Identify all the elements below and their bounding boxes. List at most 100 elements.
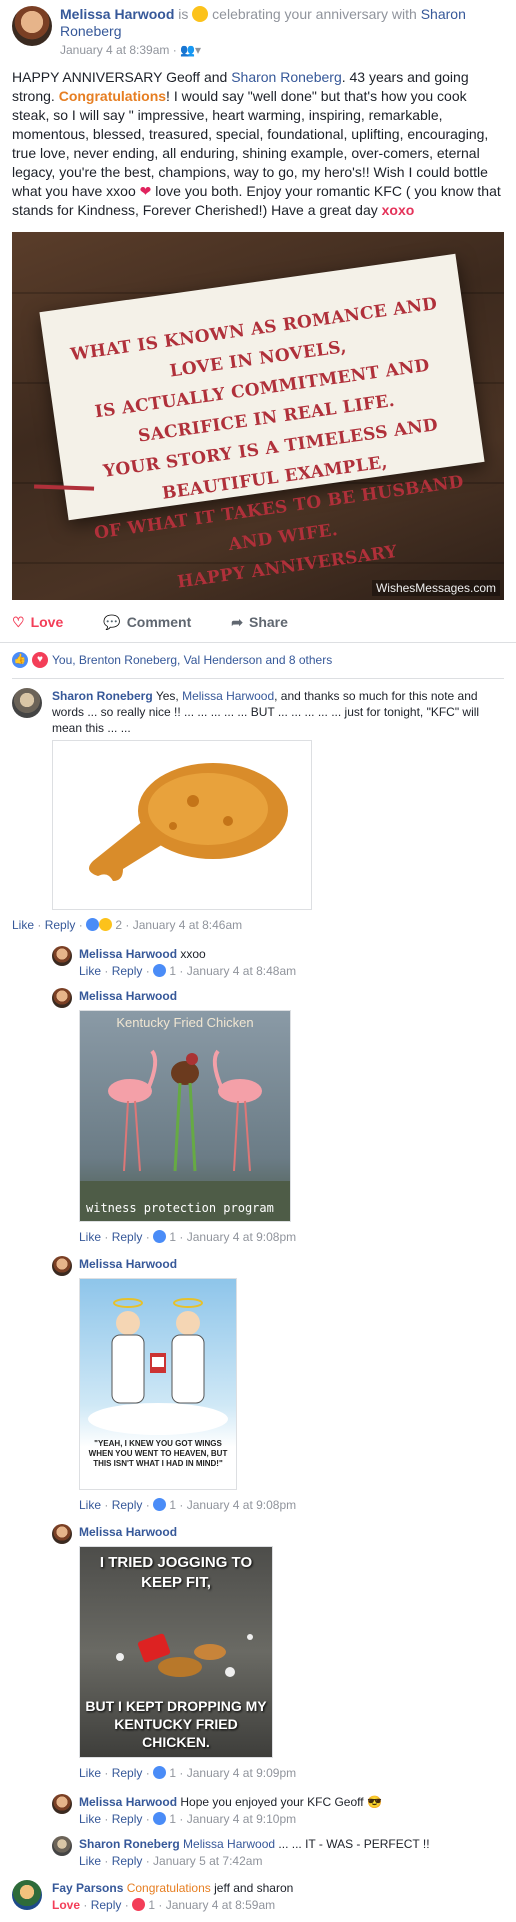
commenter-avatar[interactable]: [52, 1794, 72, 1814]
love-button[interactable]: ♡ Love: [12, 610, 63, 634]
comment-mention[interactable]: Melissa Harwood: [183, 1837, 275, 1851]
post-card: Melissa Harwood is celebrating your anni…: [0, 0, 516, 1922]
comment-body: Melissa Harwood xxoo: [79, 946, 206, 962]
comment-author[interactable]: Sharon Roneberg: [79, 1837, 180, 1851]
commenter-avatar[interactable]: [12, 1880, 42, 1910]
angels-kfc-cartoon-icon: [88, 1298, 228, 1435]
comment-actions: Like · Reply · January 5 at 7:42am: [79, 1854, 263, 1868]
share-label: Share: [248, 614, 288, 630]
reaction-count[interactable]: 1: [148, 1898, 155, 1912]
haha-reaction-icon: [99, 918, 113, 931]
reply-link[interactable]: Reply: [45, 918, 76, 932]
comment-item: Fay Parsons Congratulations jeff and sha…: [12, 1880, 504, 1920]
comment-text: Hope you enjoyed your KFC Geoff: [180, 1795, 364, 1809]
reaction-count[interactable]: 1: [169, 964, 176, 978]
comment-time[interactable]: January 4 at 9:08pm: [187, 1230, 296, 1244]
comment-author[interactable]: Melissa Harwood: [79, 989, 177, 1003]
like-link[interactable]: Like: [79, 1766, 101, 1780]
sunglasses-emoji-icon: 😎: [366, 1795, 382, 1809]
like-link[interactable]: Like: [79, 1812, 101, 1826]
comment-actions: Love · Reply · 1 · January 4 at 8:59am: [52, 1898, 276, 1912]
comment-mention[interactable]: Melissa Harwood: [182, 689, 274, 703]
comment-author[interactable]: Sharon Roneberg: [52, 689, 153, 703]
comment-photo-flamingos[interactable]: Kentucky Fried Chicken witness protectio…: [79, 1010, 291, 1222]
comment-author[interactable]: Melissa Harwood: [79, 1257, 177, 1271]
comment-time[interactable]: January 4 at 9:10pm: [187, 1812, 296, 1826]
post-actions: ♡ Love 💬 Comment ➦ Share: [12, 610, 504, 634]
post-photo[interactable]: WHAT IS KNOWN AS ROMANCE AND LOVE IN NOV…: [12, 232, 504, 600]
love-link[interactable]: Love: [52, 1898, 80, 1912]
comment-actions: Like · Reply · 1 · January 4 at 9:08pm: [79, 1498, 297, 1512]
reply-link[interactable]: Reply: [91, 1898, 122, 1912]
reactions-summary[interactable]: 👍 ♥ You, Brenton Roneberg, Val Henderson…: [12, 652, 332, 668]
author-name[interactable]: Melissa Harwood: [60, 6, 174, 22]
reply-item: Melissa Harwood "YEAH, I KNEW YOU GOT WI…: [52, 1256, 504, 1518]
like-link[interactable]: Like: [79, 1854, 101, 1868]
comment-time[interactable]: January 5 at 7:42am: [153, 1854, 262, 1868]
comment-time[interactable]: January 4 at 8:59am: [166, 1898, 275, 1912]
comment-actions: Like · Reply · 1 · January 4 at 9:08pm: [79, 1230, 297, 1244]
post-timestamp[interactable]: January 4 at 8:39am: [60, 43, 169, 57]
reactions-names[interactable]: You, Brenton Roneberg, Val Henderson and…: [52, 653, 332, 667]
comment-body: Melissa Harwood: [79, 1256, 177, 1272]
comment-time[interactable]: January 4 at 8:48am: [187, 964, 296, 978]
reply-item: Melissa Harwood Hope you enjoyed your KF…: [52, 1794, 504, 1830]
post-meta: January 4 at 8:39am · 👥▾: [60, 43, 202, 57]
header-text: Melissa Harwood is celebrating your anni…: [60, 6, 500, 59]
comment-author[interactable]: Fay Parsons: [52, 1881, 123, 1895]
reply-link[interactable]: Reply: [112, 1230, 143, 1244]
divider: [12, 678, 504, 679]
comment-time[interactable]: January 4 at 8:46am: [133, 918, 242, 932]
comment-photo-jogging-meme[interactable]: I TRIED JOGGING TO KEEP FIT, BUT I KEPT …: [79, 1546, 273, 1758]
post-body-part1: HAPPY ANNIVERSARY Geoff and: [12, 69, 228, 85]
like-reaction-icon: [86, 918, 100, 931]
comment-body: Sharon Roneberg Yes, Melissa Harwood, an…: [52, 688, 492, 736]
reaction-count[interactable]: 1: [169, 1812, 176, 1826]
comment-author[interactable]: Melissa Harwood: [79, 1795, 177, 1809]
author-avatar[interactable]: [12, 6, 52, 46]
reply-link[interactable]: Reply: [112, 1498, 143, 1512]
reaction-count[interactable]: 1: [169, 1766, 176, 1780]
commenter-avatar[interactable]: [52, 1836, 72, 1856]
reaction-count[interactable]: 1: [169, 1230, 176, 1244]
comment-button[interactable]: 💬 Comment: [103, 610, 191, 634]
like-link[interactable]: Like: [12, 918, 34, 932]
reply-link[interactable]: Reply: [112, 964, 143, 978]
comment-time[interactable]: January 4 at 9:08pm: [187, 1498, 296, 1512]
like-link[interactable]: Like: [79, 1230, 101, 1244]
friends-icon[interactable]: 👥▾: [180, 43, 201, 57]
reaction-count[interactable]: 2: [115, 918, 122, 932]
meme-bottom-text: BUT I KEPT DROPPING MY KENTUCKY FRIED CH…: [85, 1698, 267, 1750]
heart-outline-icon: ♡: [12, 613, 25, 630]
reply-link[interactable]: Reply: [112, 1812, 143, 1826]
reply-link[interactable]: Reply: [112, 1766, 143, 1780]
post-body: HAPPY ANNIVERSARY Geoff and Sharon Roneb…: [12, 68, 504, 220]
image-caption: witness protection program: [86, 1201, 274, 1215]
xoxo-highlight: xoxo: [381, 202, 415, 218]
commenter-avatar[interactable]: [12, 688, 42, 718]
like-link[interactable]: Like: [79, 964, 101, 978]
comment-body: Fay Parsons Congratulations jeff and sha…: [52, 1880, 293, 1896]
commenter-avatar[interactable]: [52, 1256, 72, 1276]
commenter-avatar[interactable]: [52, 946, 72, 966]
post-mention[interactable]: Sharon Roneberg: [231, 69, 342, 85]
commenter-avatar[interactable]: [52, 988, 72, 1008]
comment-photo-chicken-leg[interactable]: [52, 740, 312, 910]
love-reaction-icon: [132, 1898, 146, 1911]
share-button[interactable]: ➦ Share: [231, 610, 288, 634]
like-link[interactable]: Like: [79, 1498, 101, 1512]
like-reaction-icon: 👍: [12, 652, 28, 668]
comment-photo-angels-cartoon[interactable]: "YEAH, I KNEW YOU GOT WINGS WHEN YOU WEN…: [79, 1278, 237, 1490]
comment-text: ... ... IT - WAS - PERFECT !!: [278, 1837, 430, 1851]
fried-chicken-drumstick-icon: [89, 763, 288, 881]
reply-link[interactable]: Reply: [112, 1854, 143, 1868]
comment-author[interactable]: Melissa Harwood: [79, 1525, 177, 1539]
like-reaction-icon: [153, 964, 167, 977]
commenter-avatar[interactable]: [52, 1524, 72, 1544]
reply-item: Melissa Harwood Kentucky Fried Chicken w…: [52, 988, 504, 1250]
like-reaction-icon: [153, 1498, 167, 1511]
comment-author[interactable]: Melissa Harwood: [79, 947, 177, 961]
comment-actions: Like · Reply · 1 · January 4 at 9:09pm: [79, 1766, 297, 1780]
comment-time[interactable]: January 4 at 9:09pm: [187, 1766, 296, 1780]
reaction-count[interactable]: 1: [169, 1498, 176, 1512]
